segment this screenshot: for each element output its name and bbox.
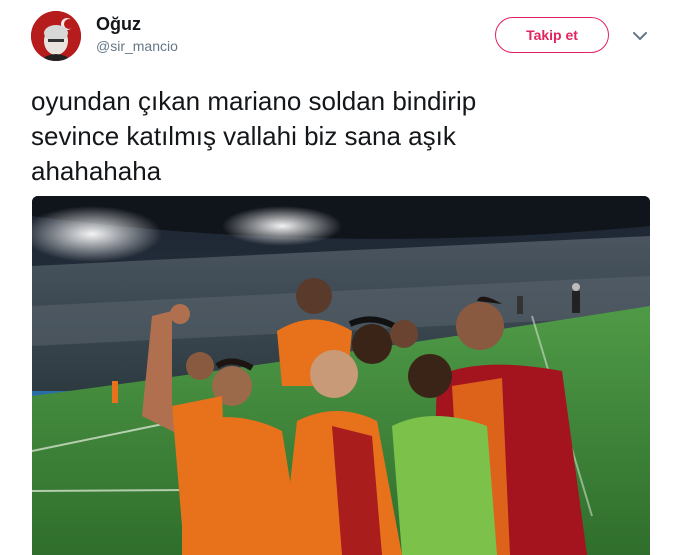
tweet-text: oyundan çıkan mariano soldan bindirip se… [31, 86, 477, 186]
tweet-photo[interactable] [32, 196, 650, 555]
avatar[interactable] [31, 11, 81, 61]
follow-button[interactable]: Takip et [495, 17, 609, 53]
chevron-down-icon[interactable] [631, 27, 649, 45]
author-name[interactable]: Oğuz [96, 14, 141, 35]
author-handle[interactable]: @sir_mancio [96, 38, 178, 54]
